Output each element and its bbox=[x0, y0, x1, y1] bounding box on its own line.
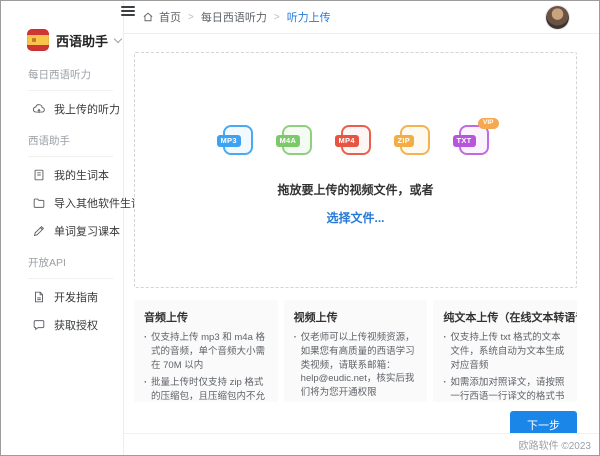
topbar: 首页 > 每日西语听力 > 听力上传 bbox=[124, 1, 599, 34]
home-icon bbox=[142, 11, 154, 23]
breadcrumb-daily-listening[interactable]: 每日西语听力 bbox=[201, 9, 267, 25]
card-bullet: 仅支持上传 mp3 和 m4a 格式的音频，单个音频大小需在 70M 以内 bbox=[144, 331, 268, 372]
filetype-label: MP3 bbox=[217, 135, 241, 147]
app-window: 西语助手 每日西语听力 我上传的听力 西语助手 我的生词本 导入其他软件生词 bbox=[0, 0, 600, 456]
user-avatar[interactable] bbox=[546, 6, 569, 29]
filetype-zip-icon: ZIP bbox=[400, 125, 430, 155]
notebook-icon bbox=[32, 168, 46, 182]
audio-upload-card: 音频上传 仅支持上传 mp3 和 m4a 格式的音频，单个音频大小需在 70M … bbox=[134, 300, 278, 402]
card-title: 音频上传 bbox=[144, 309, 268, 325]
main-panel: 首页 > 每日西语听力 > 听力上传 MP3 M4A MP4 bbox=[124, 1, 599, 455]
sidebar-item-label: 获取授权 bbox=[54, 317, 98, 333]
filetype-label: ZIP bbox=[394, 135, 415, 147]
sidebar-item-word-review-book[interactable]: 单词复习课本 bbox=[1, 217, 123, 245]
sidebar-section-open-api: 开放API bbox=[1, 255, 123, 270]
sidebar-item-my-wordbook[interactable]: 我的生词本 bbox=[1, 161, 123, 189]
sidebar-item-label: 我的生词本 bbox=[54, 167, 109, 183]
breadcrumb-home[interactable]: 首页 bbox=[159, 9, 181, 25]
divider bbox=[28, 278, 113, 279]
content-area: MP3 M4A MP4 ZIP TXT VIP bbox=[124, 34, 599, 433]
sidebar-section-daily-listening: 每日西语听力 bbox=[1, 67, 123, 82]
action-row: 下一步 bbox=[134, 411, 577, 433]
card-bullet: 如需添加对照译文，请按照一行西语一行译文的格式书写 bbox=[443, 376, 567, 402]
chat-icon bbox=[32, 318, 46, 332]
filetype-label: M4A bbox=[276, 135, 301, 147]
sidebar-section-spanish-helper: 西语助手 bbox=[1, 133, 123, 148]
text-upload-card: 纯文本上传（在线文本转语音） 仅支持上传 txt 格式的文本文件，系统自动为文本… bbox=[433, 300, 577, 402]
sidebar-item-get-authorization[interactable]: 获取授权 bbox=[1, 311, 123, 339]
card-bullet: 仅支持上传 txt 格式的文本文件，系统自动为文本生成对应音频 bbox=[443, 331, 567, 372]
upload-dropzone[interactable]: MP3 M4A MP4 ZIP TXT VIP bbox=[134, 52, 577, 288]
card-bullet: 批量上传时仅支持 zip 格式的压缩包，且压缩包内不允许嵌套文件夹 bbox=[144, 376, 268, 402]
divider bbox=[28, 90, 113, 91]
sidebar-item-label: 单词复习课本 bbox=[54, 223, 120, 239]
upload-info-cards: 音频上传 仅支持上传 mp3 和 m4a 格式的音频，单个音频大小需在 70M … bbox=[134, 300, 577, 402]
sidebar-item-import-words[interactable]: 导入其他软件生词 bbox=[1, 189, 123, 217]
filetype-m4a-icon: M4A bbox=[282, 125, 312, 155]
app-logo-menu[interactable]: 西语助手 bbox=[1, 29, 123, 51]
breadcrumb: 首页 > 每日西语听力 > 听力上传 bbox=[142, 9, 331, 25]
folder-icon bbox=[32, 196, 46, 210]
filetype-mp4-icon: MP4 bbox=[341, 125, 371, 155]
filetype-icon-row: MP3 M4A MP4 ZIP TXT VIP bbox=[223, 125, 489, 155]
sidebar-item-label: 我上传的听力 bbox=[54, 101, 120, 117]
choose-file-link[interactable]: 选择文件... bbox=[326, 209, 384, 226]
app-title: 西语助手 bbox=[56, 31, 108, 50]
sidebar-item-label: 开发指南 bbox=[54, 289, 98, 305]
vip-badge: VIP bbox=[478, 118, 498, 129]
card-bullet: 仅老师可以上传视频资源，如果您有高质量的西语学习类视频，请联系邮箱：help@e… bbox=[294, 331, 418, 400]
divider bbox=[28, 156, 113, 157]
card-title: 视频上传 bbox=[294, 309, 418, 325]
filetype-mp3-icon: MP3 bbox=[223, 125, 253, 155]
pen-icon bbox=[32, 224, 46, 238]
filetype-label: TXT bbox=[453, 135, 476, 147]
chevron-down-icon bbox=[114, 34, 122, 42]
spanish-flag-logo-icon bbox=[27, 29, 49, 51]
footer: 欧路软件 ©2023 bbox=[124, 433, 599, 455]
video-upload-card: 视频上传 仅老师可以上传视频资源，如果您有高质量的西语学习类视频，请联系邮箱：h… bbox=[284, 300, 428, 402]
card-title: 纯文本上传（在线文本转语音） bbox=[443, 309, 567, 325]
sidebar-item-dev-guide[interactable]: 开发指南 bbox=[1, 283, 123, 311]
document-icon bbox=[32, 290, 46, 304]
next-step-button[interactable]: 下一步 bbox=[510, 411, 577, 433]
breadcrumb-separator: > bbox=[274, 12, 280, 23]
cloud-upload-icon bbox=[32, 102, 46, 116]
filetype-label: MP4 bbox=[335, 135, 359, 147]
sidebar: 西语助手 每日西语听力 我上传的听力 西语助手 我的生词本 导入其他软件生词 bbox=[1, 1, 124, 455]
breadcrumb-current-page: 听力上传 bbox=[287, 9, 331, 25]
copyright-text: 欧路软件 ©2023 bbox=[519, 437, 591, 452]
filetype-txt-icon: TXT VIP bbox=[459, 125, 489, 155]
drop-hint-text: 拖放要上传的视频文件，或者 bbox=[277, 181, 433, 198]
breadcrumb-separator: > bbox=[188, 12, 194, 23]
sidebar-toggle-hamburger-icon[interactable] bbox=[121, 4, 135, 18]
sidebar-item-my-uploaded-listening[interactable]: 我上传的听力 bbox=[1, 95, 123, 123]
